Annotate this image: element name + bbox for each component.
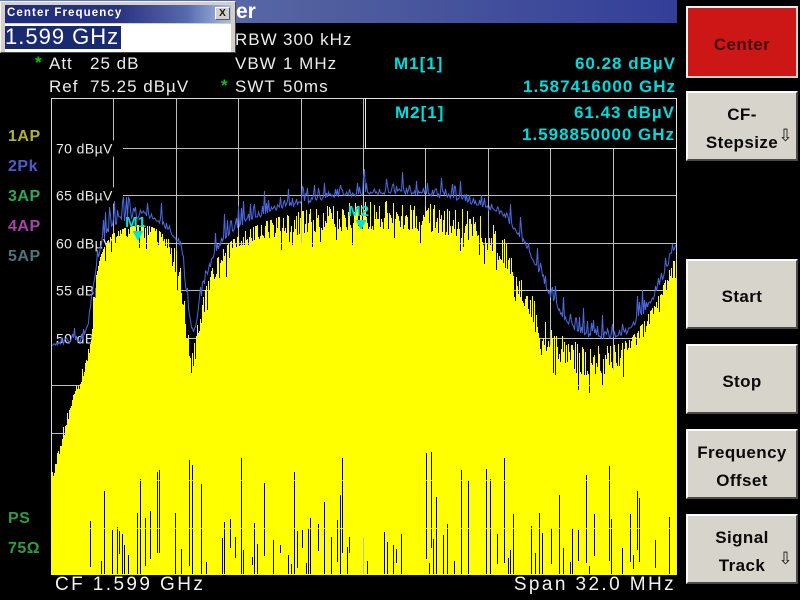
softkey-label: Start — [722, 283, 763, 311]
marker2-level: 61.43 dBµV — [450, 103, 675, 123]
dialog-close-button[interactable]: X — [215, 7, 230, 20]
marker2-box: M2[1] 61.43 dBµV 1.598850000 GHz — [365, 98, 677, 149]
marker2-freq: 1.598850000 GHz — [450, 125, 675, 145]
trace-yellow — [52, 201, 676, 575]
softkey-label: Stop — [722, 368, 761, 396]
softkey-label: Offset — [716, 467, 768, 495]
trace-label-5ap: 5AP — [8, 248, 41, 266]
softkey-label: CF- — [727, 101, 757, 129]
rbw-value: 300 kHz — [283, 30, 352, 50]
footer-cf: CF 1.599 GHz — [55, 574, 205, 596]
marker1-level: 60.28 dBµV — [450, 54, 676, 74]
trace-label-4ap: 4AP — [8, 218, 41, 236]
y-axis-label: 65 dBµV — [56, 188, 113, 204]
swt-value: 50ms — [283, 77, 329, 97]
marker-m2-label: M2 — [348, 203, 369, 220]
screen-title-text: er — [236, 0, 256, 24]
center-frequency-dialog: Center Frequency X 1.599 GHz — [0, 1, 236, 53]
footer-span: Span 32.0 MHz — [476, 574, 676, 596]
submenu-arrow-icon: ⇩ — [778, 552, 793, 567]
rbw-label: RBW — [235, 30, 278, 50]
vbw-value: 1 MHz — [283, 54, 337, 74]
att-label: Att — [49, 54, 73, 74]
marker1-freq: 1.587416000 GHz — [450, 77, 676, 97]
ref-label: Ref — [49, 77, 78, 97]
trace-label-ps: PS — [8, 510, 30, 528]
y-axis-label: 70 dBµV — [56, 141, 113, 157]
softkey-stop[interactable]: Stop — [686, 344, 798, 414]
softkey-start[interactable]: Start — [686, 259, 798, 329]
att-value: 25 dB — [90, 54, 139, 74]
softkey-panel: CenterCF-Stepsize⇩StartStopFrequencyOffs… — [677, 0, 800, 600]
marker-m1-label: M1 — [125, 214, 146, 231]
analyzer-screen: er RBW 300 kHz * Att 25 dB VBW 1 MHz Ref… — [0, 0, 800, 600]
softkey-center[interactable]: Center — [686, 6, 798, 78]
trace-label-1ap: 1AP — [8, 128, 41, 146]
dialog-title-bar[interactable]: Center Frequency X — [5, 5, 231, 23]
swt-label: SWT — [235, 77, 276, 97]
swt-star-icon: * — [221, 76, 229, 96]
submenu-arrow-icon: ⇩ — [778, 129, 793, 144]
att-star-icon: * — [35, 53, 43, 73]
frequency-input-value[interactable]: 1.599 GHz — [5, 26, 121, 49]
spectrum-plot: 70 dBµV65 dBµV60 dBµV55 dBµV50 dBµVM1M2 — [51, 98, 677, 575]
softkey-label: Signal — [715, 524, 768, 552]
softkey-label: Frequency — [697, 439, 787, 467]
dialog-title-text: Center Frequency — [7, 7, 122, 19]
softkey-cf-stepsize[interactable]: CF-Stepsize⇩ — [686, 91, 798, 161]
trace-label-2pk: 2Pk — [8, 158, 38, 176]
softkey-signal-track[interactable]: SignalTrack ⇩ — [686, 514, 798, 584]
ref-value: 75.25 dBµV — [90, 77, 189, 97]
softkey-label: Stepsize — [706, 129, 778, 157]
softkey-label: Track — [719, 552, 765, 580]
vbw-label: VBW — [235, 54, 277, 74]
softkey-label: Center — [714, 31, 770, 59]
softkey-frequency-offset[interactable]: FrequencyOffset — [686, 429, 798, 499]
trace-label-75ω: 75Ω — [8, 540, 40, 558]
frequency-input[interactable]: 1.599 GHz — [5, 24, 231, 52]
trace-label-3ap: 3AP — [8, 188, 41, 206]
marker2-name: M2[1] — [395, 103, 444, 123]
marker1-name: M1[1] — [394, 54, 443, 74]
